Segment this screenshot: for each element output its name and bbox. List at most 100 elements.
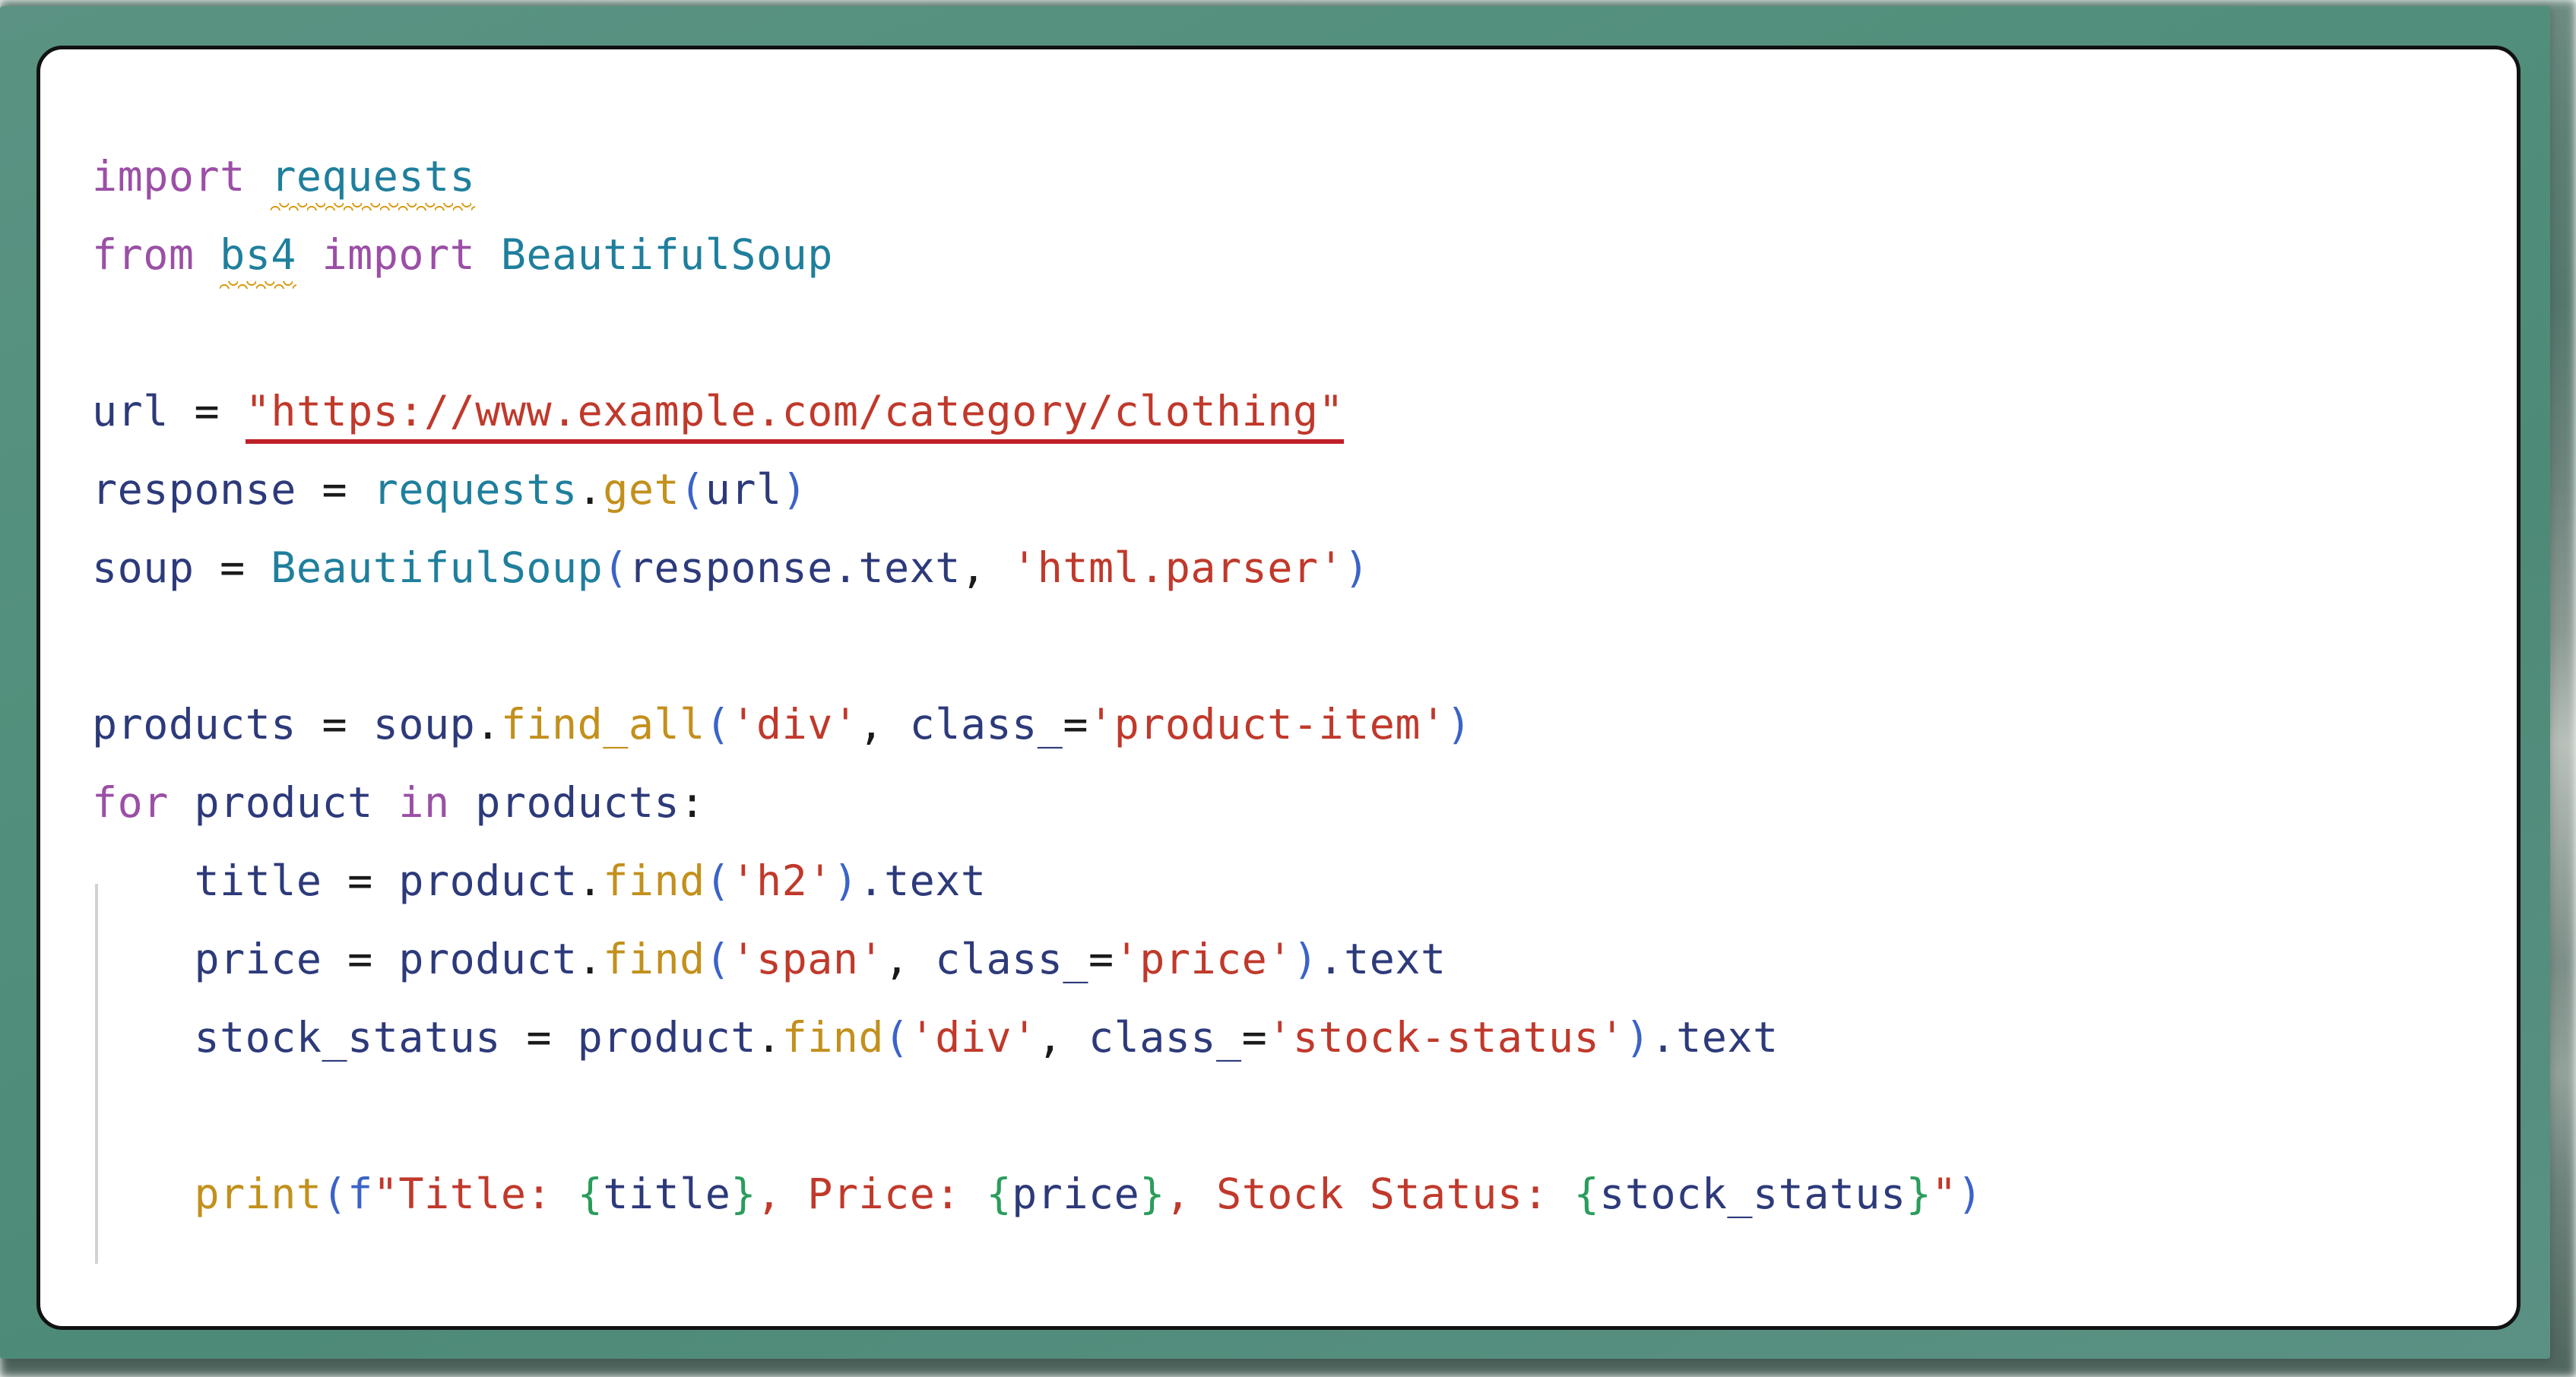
- code-line[interactable]: response = requests.get(url): [92, 451, 2498, 529]
- code-token: import: [92, 152, 246, 201]
- code-line[interactable]: from bs4 import BeautifulSoup: [92, 216, 2498, 294]
- code-line[interactable]: url = "https://www.example.com/category/…: [92, 372, 2498, 451]
- code-token: bs4: [220, 230, 296, 279]
- code-token: find: [603, 856, 705, 905]
- code-token: =: [322, 935, 399, 983]
- code-line[interactable]: price = product.find('span', class_='pri…: [92, 920, 2498, 999]
- code-token: 'stock-status': [1267, 1013, 1625, 1062]
- code-token: 'div': [909, 1013, 1038, 1062]
- code-token: =: [1063, 700, 1088, 749]
- code-token: .text: [1318, 935, 1446, 983]
- code-token: product: [398, 856, 578, 905]
- code-token: 'span': [730, 935, 885, 983]
- code-token: (: [884, 1013, 910, 1062]
- code-token: =: [500, 1013, 578, 1062]
- code-token: class_: [935, 935, 1088, 983]
- code-line[interactable]: print(f"Title: {title}, Price: {price}, …: [92, 1155, 2498, 1233]
- code-token: url: [92, 387, 169, 435]
- code-token: import: [322, 230, 476, 279]
- code-token: title: [194, 856, 322, 905]
- code-token: BeautifulSoup: [271, 543, 604, 592]
- window-frame: import requests from bs4 import Beautiful…: [0, 6, 2550, 1359]
- code-token: find_all: [500, 700, 705, 749]
- code-line[interactable]: [92, 607, 2498, 685]
- code-token: (: [603, 543, 629, 592]
- code-token: 'product-item': [1088, 700, 1446, 749]
- code-token: soup: [372, 700, 476, 749]
- code-token: find: [781, 1013, 885, 1062]
- code-token: product: [577, 1013, 756, 1062]
- code-token: .: [577, 465, 604, 514]
- code-token: requests: [372, 465, 578, 514]
- code-token: }: [730, 1170, 757, 1218]
- code-token: requests: [271, 152, 476, 201]
- code-token: 'html.parser': [1012, 543, 1345, 592]
- code-line[interactable]: soup = BeautifulSoup(response.text, 'htm…: [92, 529, 2498, 607]
- code-token: print: [194, 1170, 322, 1218]
- code-token: price: [194, 935, 322, 983]
- code-token: 'div': [730, 700, 859, 749]
- code-token: stock_status: [1599, 1170, 1906, 1218]
- code-token: for: [92, 778, 169, 827]
- code-token: .: [475, 700, 501, 749]
- code-token: }: [1139, 1170, 1165, 1218]
- code-line[interactable]: [92, 294, 2498, 372]
- code-token: ): [781, 465, 808, 514]
- code-token: (: [680, 465, 705, 514]
- code-token: products: [92, 700, 296, 749]
- code-token: =: [194, 387, 220, 435]
- code-token: ): [832, 856, 859, 905]
- code-token: "https://www.example.com/category/clothi…: [245, 387, 1345, 435]
- code-token: ,: [884, 935, 936, 983]
- code-line[interactable]: for product in products:: [92, 764, 2498, 842]
- code-token: title: [603, 1170, 731, 1218]
- code-token: ,: [1037, 1013, 1088, 1062]
- code-content[interactable]: import requests from bs4 import Beautiful…: [92, 138, 2498, 1233]
- code-token: ): [1624, 1013, 1651, 1062]
- code-token: product: [194, 778, 373, 827]
- code-token: , Stock Status:: [1164, 1170, 1574, 1218]
- code-token: ): [1446, 700, 1472, 749]
- code-token: =: [296, 700, 373, 749]
- code-line[interactable]: [92, 1077, 2498, 1155]
- code-editor-card[interactable]: import requests from bs4 import Beautiful…: [36, 46, 2521, 1330]
- code-line[interactable]: stock_status = product.find('div', class…: [92, 999, 2498, 1077]
- code-line[interactable]: import requests: [92, 138, 2498, 216]
- code-token: price: [1012, 1170, 1140, 1218]
- code-token: product: [398, 935, 578, 983]
- code-token: }: [1906, 1170, 1932, 1218]
- code-token: 'h2': [730, 856, 833, 905]
- code-token: =: [194, 543, 271, 592]
- code-token: , Price:: [756, 1170, 987, 1218]
- code-token: ,: [960, 543, 1012, 592]
- code-token: products: [475, 778, 680, 827]
- code-token: ": [1931, 1170, 1957, 1218]
- code-token: {: [577, 1170, 604, 1218]
- code-token: .text: [832, 543, 961, 592]
- code-token: find: [603, 935, 705, 983]
- code-line[interactable]: title = product.find('h2').text: [92, 842, 2498, 920]
- code-token: response: [92, 465, 296, 514]
- code-token: .text: [1650, 1013, 1779, 1062]
- code-line[interactable]: products = soup.find_all('div', class_='…: [92, 685, 2498, 764]
- code-token: in: [398, 778, 450, 827]
- code-token: BeautifulSoup: [500, 230, 833, 279]
- code-token: (: [322, 1170, 348, 1218]
- code-token: "Title:: [372, 1170, 578, 1218]
- code-token: get: [603, 465, 680, 514]
- code-token: .: [756, 1013, 782, 1062]
- code-token: =: [1241, 1013, 1268, 1062]
- code-token: =: [296, 465, 373, 514]
- code-token: from: [92, 230, 195, 279]
- code-token: ): [1344, 543, 1370, 592]
